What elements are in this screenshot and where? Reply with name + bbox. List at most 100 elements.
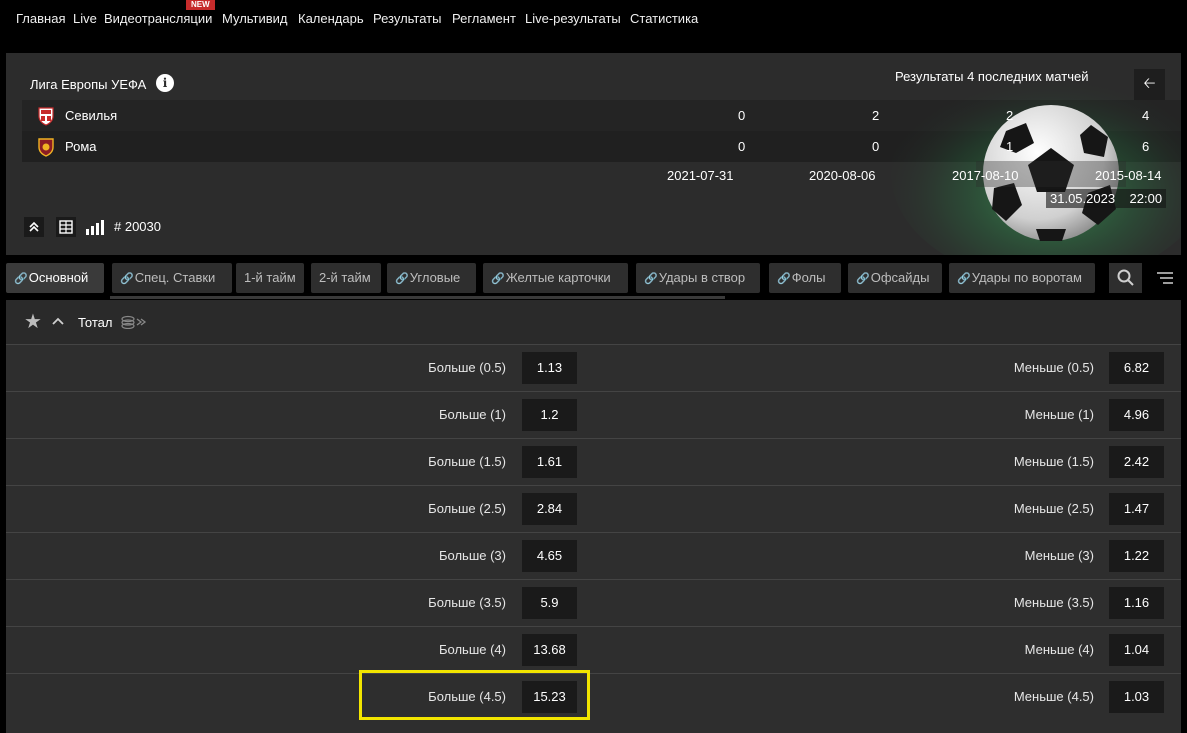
under-odd-button[interactable]: 1.03	[1109, 681, 1164, 713]
nav-item-rules[interactable]: Регламент	[452, 11, 516, 26]
tab-label: Желтые карточки	[505, 270, 611, 285]
info-icon[interactable]: i	[156, 74, 174, 92]
market-header: ★ Тотал	[6, 300, 1181, 344]
nav-item-multiview[interactable]: Мультивид	[222, 11, 288, 26]
link-icon: 🔗	[120, 272, 134, 285]
under-odd-button[interactable]: 1.04	[1109, 634, 1164, 666]
chevron-up-icon[interactable]	[52, 315, 64, 327]
over-odd-button[interactable]: 1.61	[522, 446, 577, 478]
team-name-away: Рома	[65, 139, 97, 154]
tab-fouls[interactable]: 🔗Фолы	[769, 263, 841, 293]
score-away-3: 1	[1006, 139, 1014, 154]
under-odd-button[interactable]: 4.96	[1109, 399, 1164, 431]
under-odd-button[interactable]: 1.16	[1109, 587, 1164, 619]
over-label: Больше (1.5)	[428, 454, 506, 469]
match-header: Лига Европы УЕФА i Результаты 4 последни…	[6, 53, 1181, 255]
odds-row: Больше (4) 13.68 Меньше (4) 1.04	[6, 626, 1181, 672]
score-home-2: 2	[872, 108, 880, 123]
results-title: Результаты 4 последних матчей	[895, 69, 1089, 84]
link-icon: 🔗	[957, 272, 971, 285]
tab-yellow-cards[interactable]: 🔗Желтые карточки	[483, 263, 628, 293]
nav-item-live-results[interactable]: Live-результаты	[525, 11, 621, 26]
under-label: Меньше (3)	[1024, 548, 1094, 563]
nav-item-video[interactable]: Видеотрансляции	[104, 11, 212, 26]
over-odd-button[interactable]: 2.84	[522, 493, 577, 525]
over-label: Больше (3)	[439, 548, 506, 563]
search-icon[interactable]	[1109, 263, 1142, 293]
odds-row: Больше (4.5) 15.23 Меньше (4.5) 1.03	[6, 673, 1181, 719]
tab-label: Удары в створ	[658, 270, 746, 285]
link-icon: 🔗	[395, 272, 409, 285]
over-label: Больше (3.5)	[428, 595, 506, 610]
tab-label: Спец. Ставки	[134, 270, 216, 285]
coins-icon	[121, 315, 147, 329]
statistics-bars-icon[interactable]	[84, 217, 104, 237]
tabs-scrollbar[interactable]	[110, 296, 725, 299]
odds-row: Больше (1.5) 1.61 Меньше (1.5) 2.42	[6, 438, 1181, 484]
nav-item-results[interactable]: Результаты	[373, 11, 441, 26]
match-datetime: 31.05.2023 22:00	[1046, 189, 1167, 208]
link-icon: 🔗	[856, 272, 870, 285]
odds-row: Больше (3.5) 5.9 Меньше (3.5) 1.16	[6, 579, 1181, 625]
star-icon[interactable]: ★	[24, 312, 42, 332]
match-date-4: 2015-08-14	[1095, 168, 1162, 183]
match-date-2: 2020-08-06	[809, 168, 876, 183]
over-odd-button[interactable]: 15.23	[522, 681, 577, 713]
link-icon: 🔗	[14, 272, 28, 285]
score-home-1: 0	[738, 108, 746, 123]
tab-label: 1-й тайм	[244, 270, 296, 285]
sevilla-logo-icon	[38, 107, 54, 126]
match-date-3: 2017-08-10	[952, 168, 1019, 183]
odds-row: Больше (3) 4.65 Меньше (3) 1.22	[6, 532, 1181, 578]
back-arrow-icon[interactable]: 🡠	[1134, 69, 1165, 100]
scoreboard-icon[interactable]	[56, 217, 76, 237]
nav-item-main[interactable]: Главная	[16, 11, 65, 26]
tab-offsides[interactable]: 🔗Офсайды	[848, 263, 942, 293]
tab-corners[interactable]: 🔗Угловые	[387, 263, 476, 293]
market-total: ★ Тотал Больше (0.5) 1.13 Меньше (0.5) 6…	[6, 300, 1181, 733]
link-icon: 🔗	[491, 272, 505, 285]
match-time: 22:00	[1129, 191, 1163, 206]
tab-label: Офсайды	[870, 270, 930, 285]
match-date: 31.05.2023	[1050, 191, 1116, 206]
score-away-4: 6	[1142, 139, 1150, 154]
filter-menu-icon[interactable]	[1148, 263, 1181, 293]
match-date-1: 2021-07-31	[667, 168, 734, 183]
roma-logo-icon	[38, 138, 54, 157]
collapse-up-icon[interactable]	[24, 217, 44, 237]
under-odd-button[interactable]: 6.82	[1109, 352, 1164, 384]
tab-special-bets[interactable]: 🔗Спец. Ставки	[112, 263, 232, 293]
tab-first-half[interactable]: 1-й тайм	[236, 263, 304, 293]
over-odd-button[interactable]: 1.13	[522, 352, 577, 384]
link-icon: 🔗	[777, 272, 791, 285]
odds-row: Больше (1) 1.2 Меньше (1) 4.96	[6, 391, 1181, 437]
top-navigation: Главная Live Видеотрансляции NEW Мультив…	[0, 0, 1187, 40]
new-badge: NEW	[186, 0, 215, 10]
score-away-1: 0	[738, 139, 746, 154]
tab-label: 2-й тайм	[319, 270, 371, 285]
over-label: Больше (2.5)	[428, 501, 506, 516]
under-label: Меньше (3.5)	[1013, 595, 1094, 610]
tab-main[interactable]: 🔗Основной	[6, 263, 104, 293]
over-odd-button[interactable]: 1.2	[522, 399, 577, 431]
nav-item-live[interactable]: Live	[73, 11, 97, 26]
under-odd-button[interactable]: 1.47	[1109, 493, 1164, 525]
under-label: Меньше (1)	[1024, 407, 1094, 422]
over-odd-button[interactable]: 13.68	[522, 634, 577, 666]
nav-item-statistics[interactable]: Статистика	[630, 11, 698, 26]
tab-shots-at-goal[interactable]: 🔗Удары по воротам	[949, 263, 1095, 293]
under-odd-button[interactable]: 1.22	[1109, 540, 1164, 572]
over-odd-button[interactable]: 5.9	[522, 587, 577, 619]
tab-second-half[interactable]: 2-й тайм	[311, 263, 381, 293]
nav-item-calendar[interactable]: Календарь	[298, 11, 364, 26]
tab-shots-on-target[interactable]: 🔗Удары в створ	[636, 263, 760, 293]
market-title: Тотал	[78, 315, 113, 330]
under-label: Меньше (2.5)	[1013, 501, 1094, 516]
over-label: Больше (4.5)	[428, 689, 506, 704]
score-away-2: 0	[872, 139, 880, 154]
under-odd-button[interactable]: 2.42	[1109, 446, 1164, 478]
over-label: Больше (1)	[439, 407, 506, 422]
over-odd-button[interactable]: 4.65	[522, 540, 577, 572]
under-label: Меньше (1.5)	[1013, 454, 1094, 469]
odds-row: Больше (2.5) 2.84 Меньше (2.5) 1.47	[6, 485, 1181, 531]
